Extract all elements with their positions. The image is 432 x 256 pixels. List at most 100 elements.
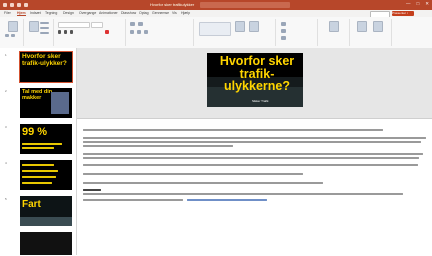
tab-help[interactable]: Hjælp bbox=[181, 11, 190, 15]
align-center-icon[interactable] bbox=[137, 30, 141, 34]
tab-home[interactable]: Hjem bbox=[17, 11, 26, 16]
notes-link[interactable] bbox=[187, 199, 267, 201]
font-group bbox=[55, 19, 126, 46]
notes-text-line bbox=[83, 193, 403, 195]
voice-group bbox=[319, 19, 350, 46]
notes-text-line bbox=[83, 182, 323, 184]
ribbon bbox=[0, 17, 432, 49]
slide-thumbnail-title: 99 % bbox=[22, 126, 48, 138]
notes-text-line bbox=[83, 153, 423, 155]
slide-number: 2 bbox=[5, 89, 7, 93]
new-slide-icon[interactable] bbox=[29, 21, 39, 32]
save-icon[interactable] bbox=[10, 3, 14, 7]
slide-image bbox=[51, 92, 69, 114]
italic-icon[interactable] bbox=[64, 30, 67, 34]
maximize-button[interactable]: □ bbox=[417, 1, 420, 7]
text-line bbox=[22, 176, 56, 178]
text-line bbox=[22, 143, 62, 145]
minimize-button[interactable]: — bbox=[406, 1, 411, 7]
speaker-notes-pane[interactable] bbox=[77, 118, 432, 256]
close-button[interactable]: ✕ bbox=[425, 1, 429, 7]
slide-number: 5 bbox=[5, 197, 7, 201]
redo-icon[interactable] bbox=[24, 3, 28, 7]
slide-thumbnail-3[interactable]: 99 % bbox=[20, 124, 72, 154]
text-line bbox=[22, 164, 54, 166]
slide-number: 1 bbox=[5, 53, 7, 57]
notes-text-line bbox=[83, 164, 418, 166]
tab-file[interactable]: Filer bbox=[4, 11, 11, 15]
dictate-icon[interactable] bbox=[329, 21, 339, 32]
tab-animations[interactable]: Animationer bbox=[99, 11, 118, 15]
notes-heading bbox=[83, 189, 101, 191]
slide-number: 4 bbox=[5, 161, 7, 165]
file-title: Hvorfor sker trafikulykker bbox=[150, 2, 195, 7]
notes-text-line bbox=[83, 173, 303, 175]
quick-access-toolbar bbox=[3, 3, 28, 7]
bullets-icon[interactable] bbox=[130, 22, 135, 26]
tab-insert[interactable]: Indsæt bbox=[30, 11, 41, 15]
tab-record[interactable]: Optag bbox=[139, 11, 149, 15]
copy-icon[interactable] bbox=[11, 34, 15, 37]
slide-thumbnail-5[interactable]: Fart bbox=[20, 196, 72, 226]
addins-icon[interactable] bbox=[357, 21, 367, 32]
align-left-icon[interactable] bbox=[130, 30, 134, 34]
tab-review[interactable]: Gennemse bbox=[152, 11, 169, 15]
tab-view[interactable]: Vis bbox=[172, 11, 177, 15]
text-line bbox=[22, 170, 58, 172]
font-name-select[interactable] bbox=[58, 22, 90, 28]
tab-slideshow[interactable]: Diasshow bbox=[121, 11, 136, 15]
notes-text-line bbox=[83, 129, 383, 131]
reset-icon[interactable] bbox=[40, 27, 49, 29]
notes-text-line bbox=[83, 141, 421, 143]
layout-icon[interactable] bbox=[40, 22, 49, 24]
slide-logo: Sikker Trafik bbox=[252, 99, 269, 103]
slide-image bbox=[20, 217, 72, 226]
underline-icon[interactable] bbox=[70, 30, 73, 34]
select-icon[interactable] bbox=[281, 36, 286, 40]
tab-design[interactable]: Design bbox=[63, 11, 74, 15]
title-bar: Hvorfor sker trafikulykker — □ ✕ bbox=[0, 0, 432, 10]
slide-title[interactable]: Hvorfor sker trafik-ulykkerne? bbox=[213, 55, 301, 93]
text-line bbox=[22, 147, 54, 149]
designer-icon[interactable] bbox=[373, 21, 383, 32]
cut-icon[interactable] bbox=[5, 34, 9, 37]
present-in-teams-button[interactable]: Præsenter i Teams bbox=[392, 11, 414, 19]
quick-styles-icon[interactable] bbox=[249, 21, 259, 32]
notes-text-line bbox=[83, 157, 419, 159]
paragraph-group bbox=[127, 19, 194, 46]
autosave-icon[interactable] bbox=[3, 3, 7, 7]
tab-draw[interactable]: Tegning bbox=[45, 11, 57, 15]
numbering-icon[interactable] bbox=[138, 22, 143, 26]
notes-text-line bbox=[83, 137, 426, 139]
tab-transitions[interactable]: Overgange bbox=[79, 11, 96, 15]
notes-text-line bbox=[83, 199, 183, 201]
slide-thumbnail-title: Fart bbox=[22, 199, 41, 210]
replace-icon[interactable] bbox=[281, 29, 286, 33]
align-right-icon[interactable] bbox=[144, 30, 148, 34]
addins-group bbox=[351, 19, 392, 46]
paste-icon[interactable] bbox=[8, 21, 18, 32]
slide-thumbnail-1[interactable]: Hvorfor sker trafik-ulykker? bbox=[19, 51, 73, 83]
slide-thumbnail-2[interactable]: Tal med din makker bbox=[20, 88, 72, 118]
find-icon[interactable] bbox=[281, 22, 286, 26]
slide-number: 3 bbox=[5, 125, 7, 129]
slide-thumbnails-pane: 1 Hvorfor sker trafik-ulykker? 2 Tal med… bbox=[0, 48, 77, 255]
section-icon[interactable] bbox=[40, 32, 49, 34]
bold-icon[interactable] bbox=[58, 30, 61, 34]
undo-icon[interactable] bbox=[17, 3, 21, 7]
drawing-group bbox=[195, 19, 276, 46]
shapes-gallery[interactable] bbox=[199, 22, 231, 36]
slide-thumbnail-6[interactable] bbox=[20, 232, 72, 255]
notes-text-line bbox=[83, 145, 233, 147]
clipboard-group bbox=[3, 19, 24, 46]
font-size-select[interactable] bbox=[91, 22, 103, 28]
font-color-icon[interactable] bbox=[105, 30, 109, 34]
slides-group bbox=[25, 19, 54, 46]
window-controls: — □ ✕ bbox=[406, 1, 429, 7]
arrange-icon[interactable] bbox=[235, 21, 245, 32]
current-slide[interactable]: Hvorfor sker trafik-ulykkerne? Sikker Tr… bbox=[207, 53, 303, 107]
slide-thumbnail-title: Hvorfor sker trafik-ulykker? bbox=[22, 53, 67, 67]
slide-thumbnail-4[interactable] bbox=[20, 160, 72, 190]
editing-group bbox=[277, 19, 318, 46]
search-input[interactable] bbox=[200, 2, 290, 8]
